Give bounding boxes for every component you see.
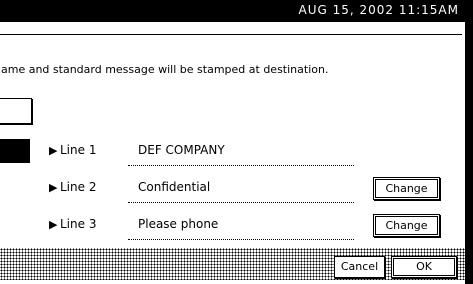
- dotted-underline: [128, 202, 354, 203]
- line-value: DEF COMPANY: [138, 143, 225, 157]
- instruction-message: ame and standard message will be stamped…: [1, 63, 329, 76]
- scrollbar[interactable]: [465, 22, 473, 284]
- line-value: Please phone: [138, 217, 219, 231]
- arrow-right-icon: ▶: [49, 144, 58, 157]
- line-label: Line 2: [60, 180, 97, 194]
- change-button[interactable]: Change: [373, 214, 440, 237]
- dotted-underline: [128, 165, 354, 166]
- line-row-2: ▶ Line 2 Confidential Change: [0, 177, 462, 208]
- arrow-right-icon: ▶: [49, 181, 58, 194]
- datetime: AUG 15, 2002 11:15AM: [298, 3, 459, 17]
- line-value: Confidential: [138, 180, 211, 194]
- line-label: Line 3: [60, 217, 97, 231]
- arrow-right-icon: ▶: [49, 218, 58, 231]
- line-label: Line 1: [60, 143, 97, 157]
- ok-button[interactable]: OK: [391, 256, 457, 278]
- option-button[interactable]: [0, 98, 32, 124]
- divider: [0, 34, 462, 35]
- change-button[interactable]: Change: [373, 177, 440, 200]
- line-row-3: ▶ Line 3 Please phone Change: [0, 214, 462, 245]
- dotted-underline: [128, 239, 354, 240]
- title-bar: AUG 15, 2002 11:15AM: [0, 0, 473, 22]
- line-row-1: ▶ Line 1 DEF COMPANY: [0, 143, 462, 171]
- cancel-button[interactable]: Cancel: [334, 256, 385, 278]
